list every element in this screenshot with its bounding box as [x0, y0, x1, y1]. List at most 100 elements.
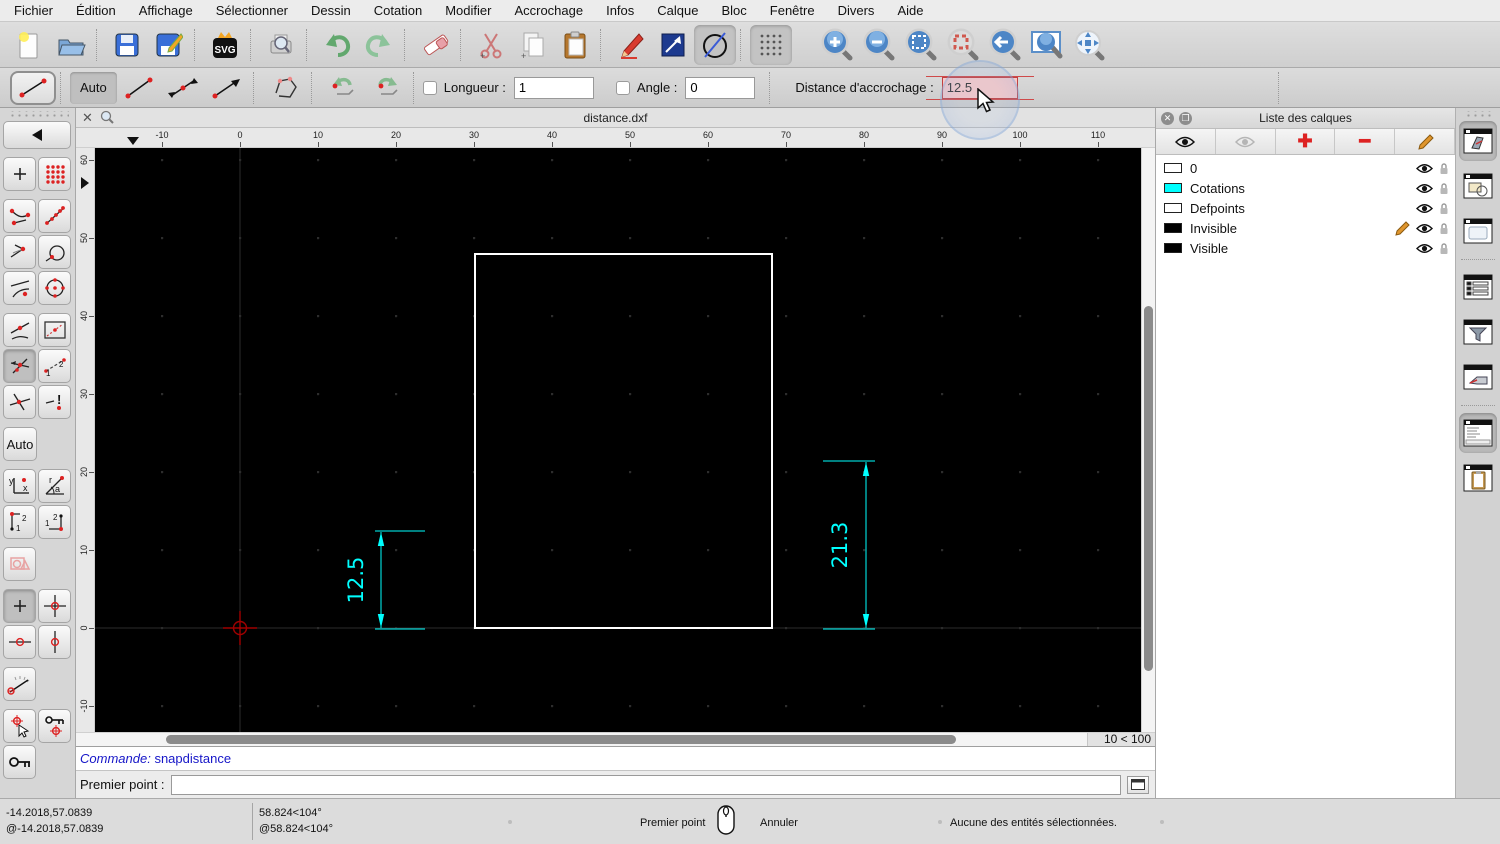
zoom-in-button[interactable] [816, 25, 858, 65]
snap-distance-button[interactable] [38, 313, 71, 347]
dock-grip[interactable] [1463, 111, 1493, 117]
layer-row-cotations[interactable]: Cotations [1156, 178, 1455, 198]
save-button[interactable] [106, 25, 148, 65]
angle-checkbox[interactable] [615, 80, 630, 95]
snap-intersection-manual-button[interactable] [3, 385, 36, 419]
edit-layer-button[interactable] [1395, 129, 1455, 154]
zoom-previous-button[interactable] [984, 25, 1026, 65]
drawing-canvas[interactable]: 12.5 21.3 [95, 148, 1141, 732]
layer-lock-icon[interactable] [1439, 202, 1449, 215]
layer-row-defpoints[interactable]: Defpoints [1156, 198, 1455, 218]
undo-segment-button[interactable] [321, 71, 365, 105]
vertical-scrollbar-thumb[interactable] [1144, 306, 1153, 671]
svg-export-button[interactable]: SVG [204, 25, 246, 65]
show-all-layers-button[interactable] [1156, 129, 1216, 154]
coordinate-polar-button[interactable]: ra [38, 469, 71, 503]
pen-attributes-button[interactable] [610, 25, 652, 65]
layer-row-0[interactable]: 0 [1156, 158, 1455, 178]
zoom-out-button[interactable] [858, 25, 900, 65]
undo-button[interactable] [316, 25, 358, 65]
dock-wall-button[interactable] [1459, 357, 1497, 397]
snap-free-button[interactable] [3, 157, 36, 191]
lock-relative-zero-button[interactable] [38, 709, 71, 743]
document-tab-title[interactable]: distance.dxf [76, 111, 1155, 125]
menu-edition[interactable]: Édition [76, 3, 116, 18]
delete-button[interactable] [414, 25, 456, 65]
horizontal-scrollbar-thumb[interactable] [166, 735, 956, 744]
relative-point-button[interactable]: 12 [3, 505, 36, 539]
zoom-pan-button[interactable] [1068, 25, 1110, 65]
layer-row-visible[interactable]: Visible [1156, 238, 1455, 258]
snap-intersection-button[interactable] [3, 349, 36, 383]
absolute-point-button[interactable]: 12 [38, 505, 71, 539]
paste-button[interactable] [554, 25, 596, 65]
layer-visibility-icon[interactable] [1416, 183, 1433, 194]
restrict-orthogonal-button[interactable] [38, 589, 71, 623]
snap-on-entity-button[interactable] [38, 199, 71, 233]
snap-divide-button[interactable]: 12 [38, 349, 71, 383]
coordinate-cartesian-button[interactable]: yx [3, 469, 36, 503]
menu-fenetre[interactable]: Fenêtre [770, 3, 815, 18]
exclusive-snap-button[interactable] [3, 547, 36, 581]
layer-lock-icon[interactable] [1439, 222, 1449, 235]
layer-visibility-icon[interactable] [1416, 243, 1433, 254]
redo-button[interactable] [358, 25, 400, 65]
remove-layer-button[interactable]: ━ [1335, 129, 1396, 154]
menu-fichier[interactable]: Fichier [14, 3, 53, 18]
layer-visibility-icon[interactable] [1416, 223, 1433, 234]
snap-auto-button[interactable]: Auto [3, 427, 37, 461]
dock-entity-list-button[interactable] [1459, 267, 1497, 307]
layer-lock-icon[interactable] [1439, 162, 1449, 175]
command-input[interactable] [170, 774, 1121, 795]
copy-button[interactable]: + [512, 25, 554, 65]
layer-row-invisible[interactable]: Invisible [1156, 218, 1455, 238]
menu-modifier[interactable]: Modifier [445, 3, 491, 18]
cut-button[interactable]: + [470, 25, 512, 65]
length-input[interactable] [513, 76, 594, 99]
hide-all-layers-button[interactable] [1216, 129, 1276, 154]
menu-aide[interactable]: Aide [897, 3, 923, 18]
horizontal-scrollbar[interactable] [76, 733, 1087, 746]
command-window-button[interactable] [1127, 775, 1149, 794]
menu-selectionner[interactable]: Sélectionner [216, 3, 288, 18]
menu-calque[interactable]: Calque [657, 3, 698, 18]
snap-distance-input[interactable] [941, 76, 1018, 99]
restrict-vertical-button[interactable] [38, 625, 71, 659]
menu-bloc[interactable]: Bloc [721, 3, 746, 18]
dock-command-button[interactable] [1459, 413, 1497, 453]
rectangle-entity[interactable] [474, 253, 773, 629]
dock-clipboard-button[interactable] [1459, 458, 1497, 498]
dock-filter-button[interactable] [1459, 312, 1497, 352]
menu-cotation[interactable]: Cotation [374, 3, 422, 18]
print-preview-button[interactable] [260, 25, 302, 65]
snap-middle-button[interactable] [3, 313, 36, 347]
line-mode-auto-button[interactable]: Auto [70, 71, 117, 104]
snap-nothing-button[interactable]: ! [38, 385, 71, 419]
angle-input[interactable] [685, 76, 756, 99]
layer-visibility-icon[interactable] [1416, 163, 1433, 174]
dock-layers-button[interactable] [1459, 121, 1497, 161]
snap-back-button[interactable] [3, 121, 71, 149]
dock-blocks-button[interactable] [1459, 166, 1497, 206]
snap-quadrant-button[interactable] [38, 271, 71, 305]
snap-endpoints-button[interactable] [3, 199, 36, 233]
zoom-window-button[interactable] [1026, 25, 1068, 65]
set-relative-zero-button[interactable] [3, 709, 36, 743]
menu-affichage[interactable]: Affichage [139, 3, 193, 18]
menu-infos[interactable]: Infos [606, 3, 634, 18]
snap-grid-button[interactable] [38, 157, 71, 191]
polyline-button[interactable] [263, 71, 307, 105]
layer-lock-icon[interactable] [1439, 242, 1449, 255]
snap-angle-button[interactable] [3, 667, 36, 701]
add-layer-button[interactable]: ✚ [1276, 129, 1336, 154]
layer-visibility-icon[interactable] [1416, 203, 1433, 214]
key-button[interactable] [3, 745, 36, 779]
line-both-directions-button[interactable] [161, 71, 205, 105]
vertical-scrollbar[interactable] [1141, 148, 1155, 732]
dock-library-button[interactable] [1459, 211, 1497, 251]
zoom-auto-button[interactable] [900, 25, 942, 65]
grid-toggle-button[interactable] [750, 24, 792, 65]
line-ray-button[interactable] [205, 71, 249, 105]
toolbar-grip[interactable] [7, 111, 69, 119]
length-checkbox[interactable] [422, 80, 437, 95]
